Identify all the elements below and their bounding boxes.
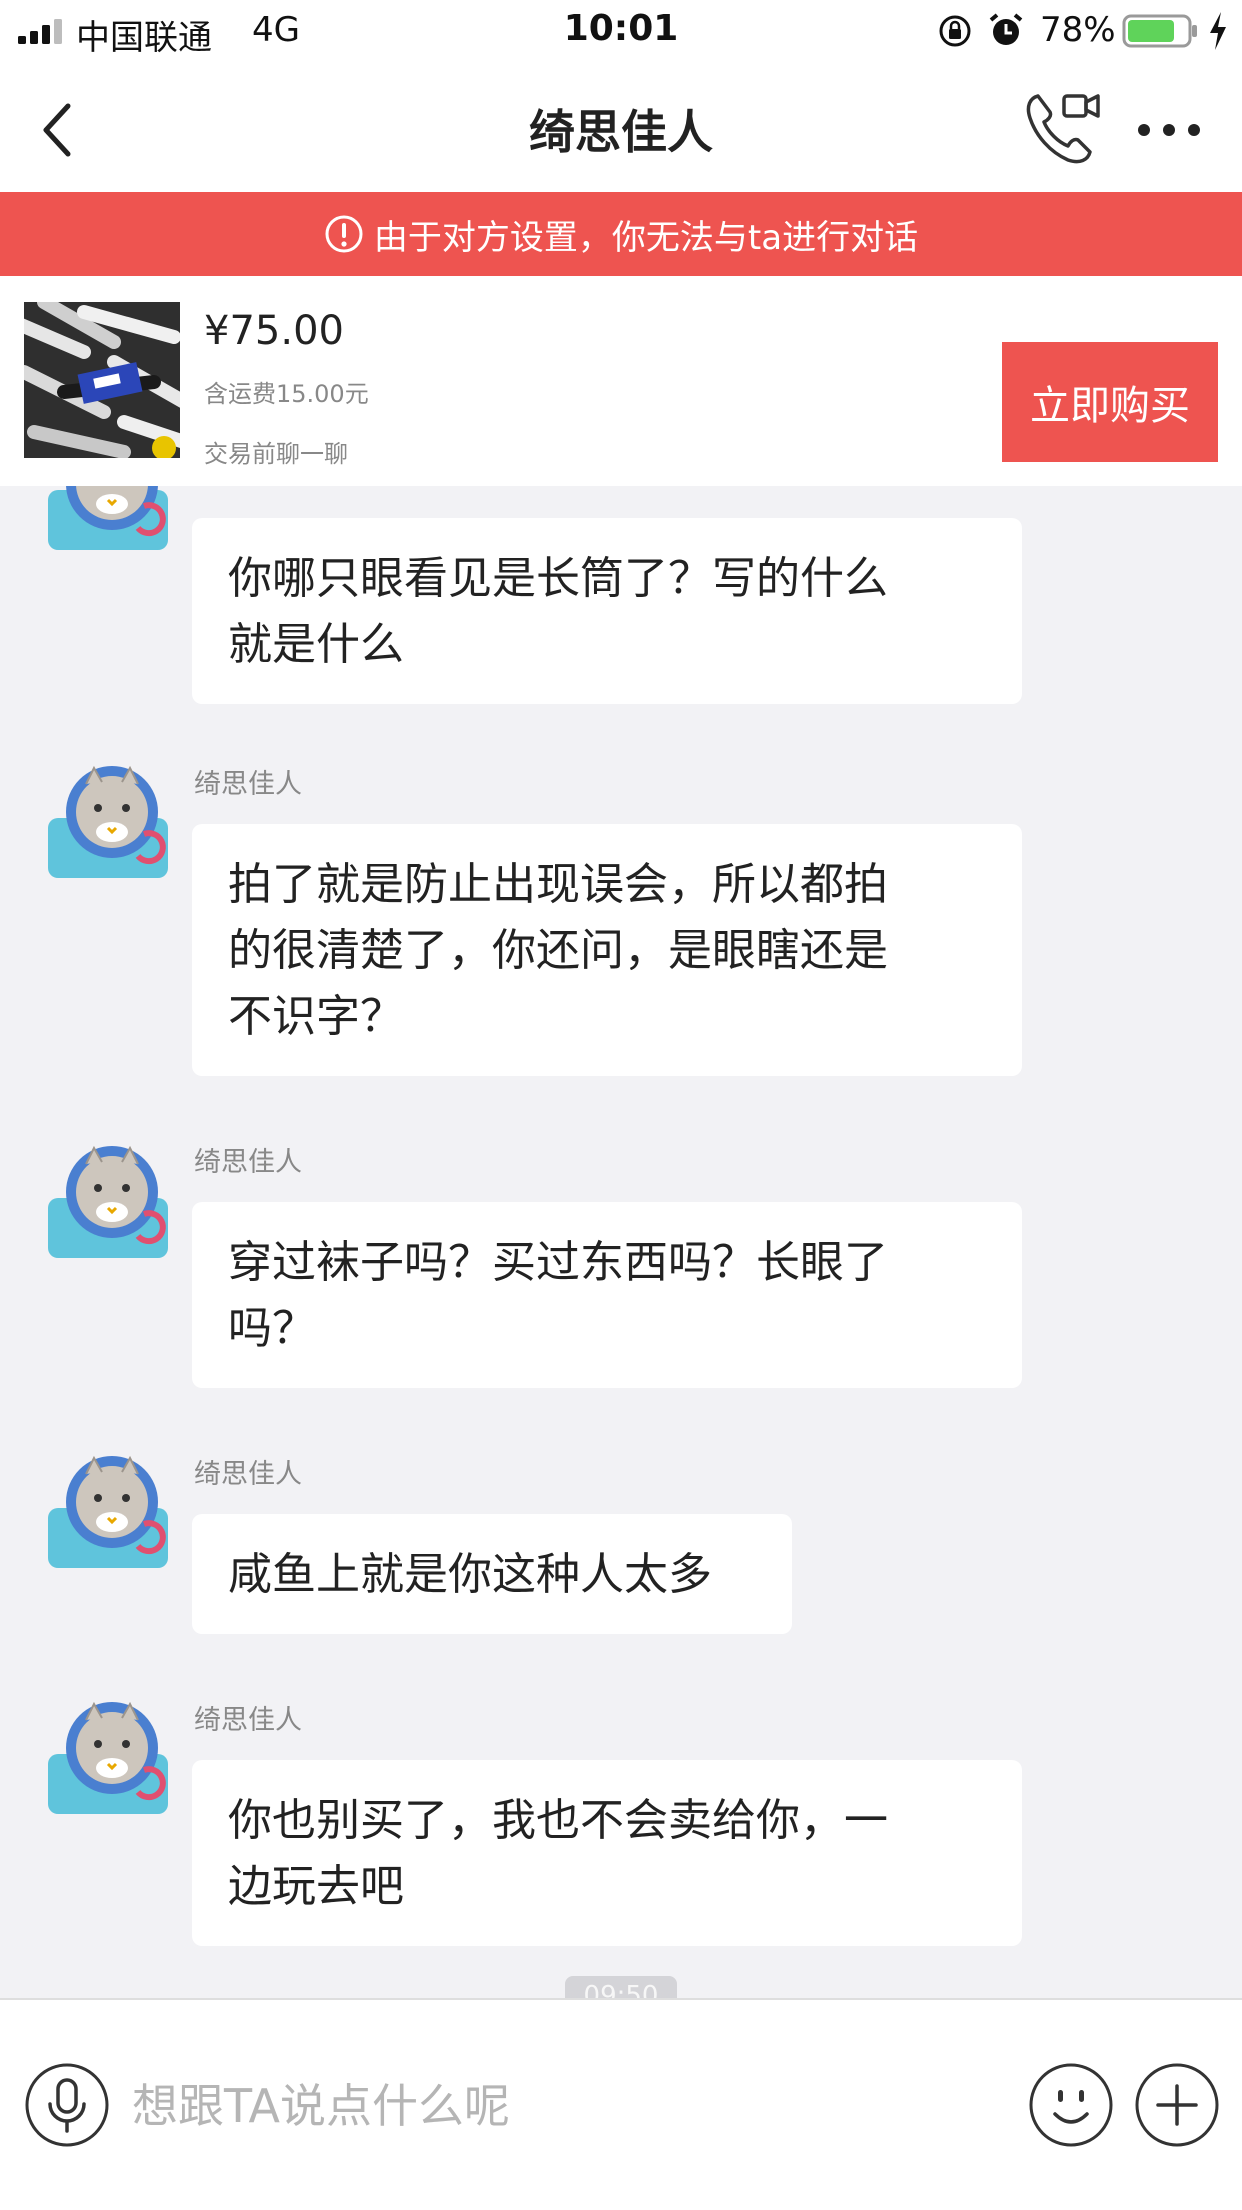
sender-name: 绮思佳人 xyxy=(194,1147,302,1178)
message-line: 你哪只眼看见是长筒了？写的什么 xyxy=(228,553,888,604)
message-bubble[interactable]: 拍了就是防止出现误会，所以都拍 的很清楚了，你还问，是眼瞎还是 不识字？ xyxy=(192,824,1022,1076)
avatar[interactable] xyxy=(48,1448,168,1568)
message-line: 就是什么 xyxy=(228,619,404,670)
message-timestamp: 09:50 xyxy=(565,1976,677,1998)
message-line: 咸鱼上就是你这种人太多 xyxy=(228,1549,712,1600)
avatar[interactable] xyxy=(48,758,168,878)
charging-icon xyxy=(1210,12,1226,50)
buy-now-button[interactable]: 立即购买 xyxy=(1002,342,1218,462)
sender-name: 绮思佳人 xyxy=(194,1459,302,1490)
message-line: 你也别买了，我也不会卖给你，一 xyxy=(228,1795,888,1846)
product-thumbnail[interactable] xyxy=(24,302,180,458)
message-line: 穿过袜子吗？买过东西吗？长眼了 xyxy=(228,1237,888,1288)
message-bubble[interactable]: 穿过袜子吗？买过东西吗？长眼了 吗？ xyxy=(192,1202,1022,1388)
message-line: 拍了就是防止出现误会，所以都拍 xyxy=(228,859,888,910)
alarm-icon xyxy=(989,13,1023,45)
avatar[interactable] xyxy=(48,1694,168,1814)
message-line: 的很清楚了，你还问，是眼瞎还是 xyxy=(228,925,888,976)
microphone-icon[interactable] xyxy=(24,2062,110,2148)
navigation-bar: 绮思佳人 xyxy=(0,62,1242,192)
blocked-warning-banner: 由于对方设置，你无法与ta进行对话 xyxy=(0,192,1242,276)
battery-percent: 78% xyxy=(1040,10,1116,50)
banner-text: 由于对方设置，你无法与ta进行对话 xyxy=(373,217,919,258)
status-bar: 中国联通 4G 10:01 78% xyxy=(0,0,1242,62)
chat-messages[interactable]: 你哪只眼看见是长筒了？写的什么 就是什么 绮思佳人 拍了就是防止出现误会，所以都… xyxy=(0,486,1242,1998)
more-icon[interactable] xyxy=(1136,120,1202,140)
message-line: 边玩去吧 xyxy=(228,1861,404,1912)
sender-name: 绮思佳人 xyxy=(194,1705,302,1736)
chat-before-deal-hint: 交易前聊一聊 xyxy=(204,440,348,468)
rotation-lock-icon xyxy=(939,15,971,47)
product-card[interactable]: ¥75.00 含运费15.00元 交易前聊一聊 立即购买 xyxy=(0,276,1242,486)
message-input-bar xyxy=(0,1998,1242,2210)
message-input[interactable] xyxy=(130,2062,994,2150)
avatar[interactable] xyxy=(48,1138,168,1258)
message-bubble[interactable]: 你哪只眼看见是长筒了？写的什么 就是什么 xyxy=(192,518,1022,704)
message-bubble[interactable]: 咸鱼上就是你这种人太多 xyxy=(192,1514,792,1634)
plus-icon[interactable] xyxy=(1134,2062,1220,2148)
avatar[interactable] xyxy=(48,486,168,550)
battery-icon xyxy=(1122,14,1197,48)
sender-name: 绮思佳人 xyxy=(194,769,302,800)
message-line: 吗？ xyxy=(228,1303,316,1354)
message-bubble[interactable]: 你也别买了，我也不会卖给你，一 边玩去吧 xyxy=(192,1760,1022,1946)
shipping-fee: 含运费15.00元 xyxy=(204,380,369,408)
phone-video-icon[interactable] xyxy=(1022,88,1102,168)
product-price: ¥75.00 xyxy=(204,308,344,354)
emoji-icon[interactable] xyxy=(1028,2062,1114,2148)
message-line: 不识字？ xyxy=(228,991,404,1042)
warning-icon xyxy=(325,215,363,253)
